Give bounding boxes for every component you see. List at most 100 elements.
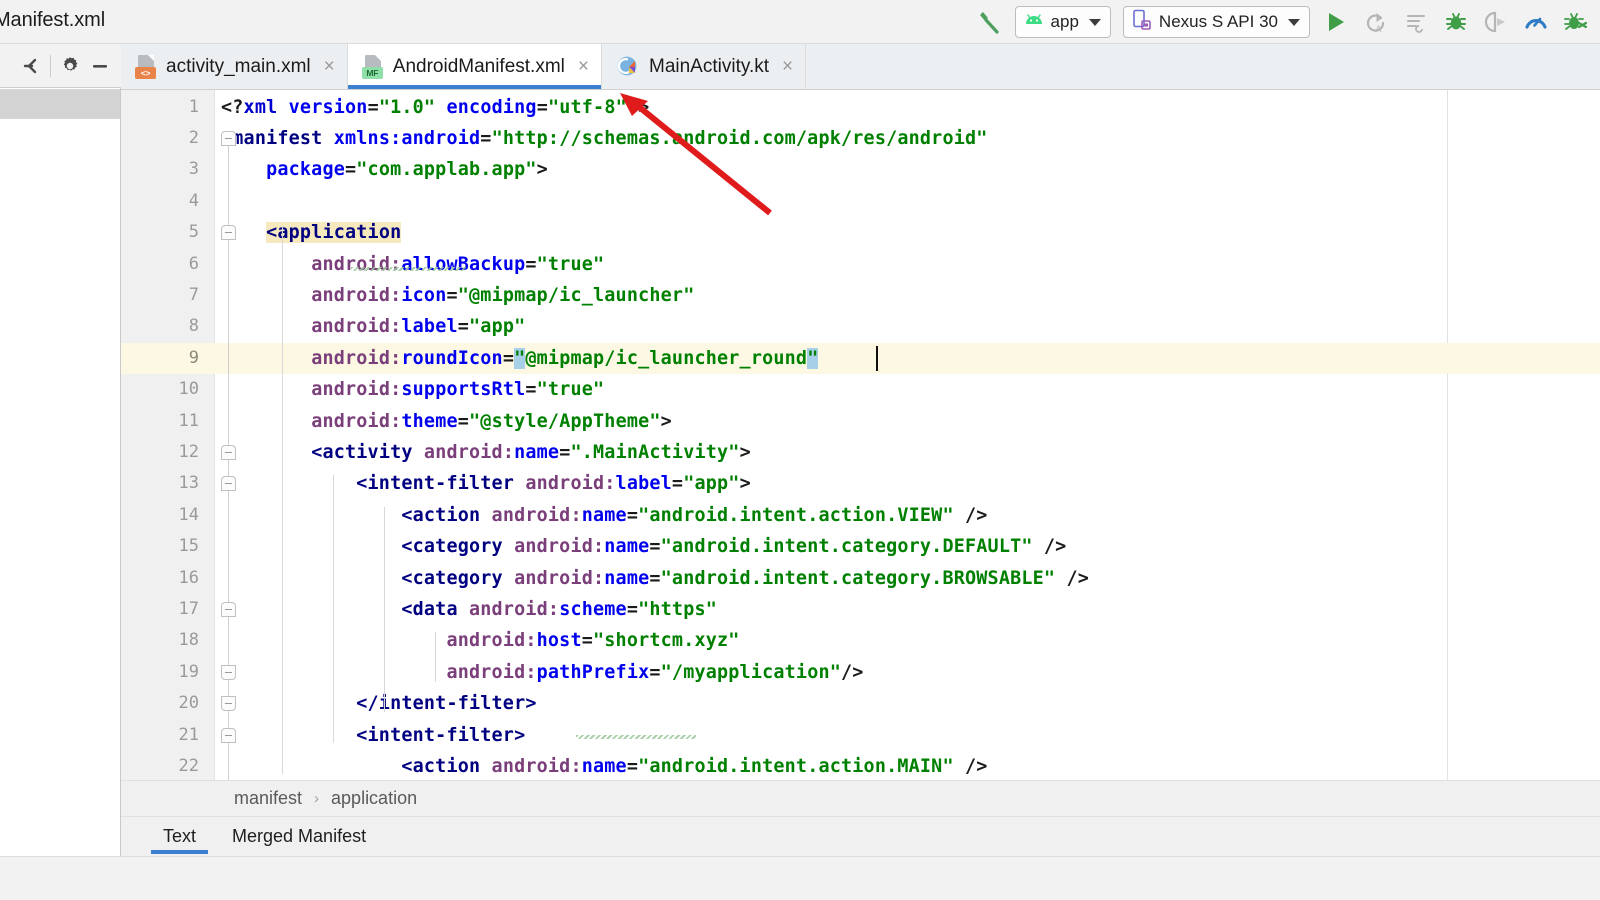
apply-code-changes-button[interactable] [1396, 2, 1436, 42]
code-line[interactable]: 11 android:theme="@style/AppTheme"> [121, 406, 1600, 437]
close-icon[interactable]: × [578, 57, 589, 76]
tab-main-activity-kt[interactable]: MainActivity.kt × [602, 44, 807, 89]
manifest-file-icon: MF [361, 54, 384, 79]
profiler-button[interactable] [1516, 2, 1556, 42]
fold-marker[interactable] [221, 130, 236, 146]
tab-activity-main-xml[interactable]: <> activity_main.xml × [121, 44, 348, 89]
line-number: 5 [188, 222, 199, 243]
line-number: 18 [178, 630, 199, 651]
indent-guide [384, 507, 385, 712]
line-number: 2 [188, 127, 199, 148]
code-line[interactable]: 3 package="com.applab.app"> [121, 154, 1600, 185]
breadcrumb-item-application[interactable]: application [331, 788, 417, 809]
code-line[interactable]: 6 android:allowBackup="true" [121, 249, 1600, 280]
tab-android-manifest-xml[interactable]: MF AndroidManifest.xml × [347, 44, 602, 89]
code-line[interactable]: 13 <intent-filter android:label="app"> [121, 468, 1600, 499]
line-number: 8 [188, 316, 199, 337]
device-selector-label: Nexus S API 30 [1158, 12, 1278, 31]
code-line-text: android:label="app" [311, 316, 526, 338]
code-line-text: android:roundIcon="@mipmap/ic_launcher_r… [311, 347, 819, 369]
code-line[interactable]: 8 android:label="app" [121, 311, 1600, 342]
code-line-text: <category android:name="android.intent.c… [401, 567, 1090, 589]
window-title: Manifest.xml [0, 9, 106, 31]
tab-label: activity_main.xml [166, 55, 311, 77]
code-line[interactable]: 16 <category android:name="android.inten… [121, 563, 1600, 594]
code-line[interactable]: 18 android:host="shortcm.xyz" [121, 625, 1600, 656]
fold-marker[interactable] [221, 601, 236, 617]
line-number: 13 [178, 473, 199, 494]
line-number: 4 [188, 190, 199, 211]
module-selector[interactable]: app [1014, 6, 1111, 38]
code-line-text: <activity android:name=".MainActivity"> [311, 441, 751, 463]
code-line-text: package="com.applab.app"> [266, 159, 548, 181]
debug-button[interactable] [1436, 2, 1476, 42]
code-line[interactable]: 7 android:icon="@mipmap/ic_launcher" [121, 280, 1600, 311]
tab-label: AndroidManifest.xml [392, 55, 565, 77]
code-line[interactable]: 20 </intent-filter> [121, 688, 1600, 719]
code-line[interactable]: 21 <intent-filter> [121, 720, 1600, 751]
hammer-icon[interactable] [969, 2, 1009, 42]
fold-marker[interactable] [221, 225, 236, 241]
apply-changes-button[interactable]: A [1356, 2, 1396, 42]
editor-mode-tabs: Text Merged Manifest [121, 816, 1600, 856]
code-line-text: <category android:name="android.intent.c… [401, 536, 1067, 558]
tab-text[interactable]: Text [145, 817, 214, 856]
xml-file-icon: <> [135, 54, 157, 79]
run-button[interactable] [1316, 2, 1356, 42]
tab-merged-manifest[interactable]: Merged Manifest [214, 817, 384, 856]
module-selector-label: app [1050, 12, 1079, 31]
gear-icon[interactable] [55, 51, 85, 81]
code-line-text: android:host="shortcm.xyz" [446, 630, 740, 652]
code-line[interactable]: 19 android:pathPrefix="/myapplication"/> [121, 657, 1600, 688]
code-line-text: android:icon="@mipmap/ic_launcher" [311, 284, 695, 306]
code-line-text: <manifest xmlns:android="http://schemas.… [221, 127, 988, 149]
main-toolbar: app Nexus S API 30 A [969, 0, 1596, 44]
breadcrumb: manifest › application [121, 780, 1600, 816]
code-line[interactable]: 14 <action android:name="android.intent.… [121, 500, 1600, 531]
code-line-text: android:supportsRtl="true" [311, 379, 605, 401]
debug-over-network-button[interactable] [1556, 2, 1596, 42]
fold-marker[interactable] [221, 727, 236, 743]
title-bar: Manifest.xml app Nexus S API 30 A [0, 0, 1600, 44]
breadcrumb-item-manifest[interactable]: manifest [234, 788, 302, 809]
project-panel-toolbar [0, 44, 121, 88]
fold-marker[interactable] [221, 664, 236, 680]
code-line[interactable]: 2 <manifest xmlns:android="http://schemas… [121, 123, 1600, 154]
close-icon[interactable]: × [324, 57, 335, 76]
mf-badge-label: MF [361, 66, 383, 79]
code-line[interactable]: 10 android:supportsRtl="true" [121, 374, 1600, 405]
chevron-down-icon [1288, 18, 1300, 26]
fold-marker[interactable] [221, 696, 236, 712]
tab-label: MainActivity.kt [649, 55, 770, 77]
collapse-all-icon[interactable] [18, 52, 46, 80]
project-tree-selected-row[interactable] [0, 89, 120, 119]
line-number: 7 [188, 284, 199, 305]
device-selector[interactable]: Nexus S API 30 [1122, 6, 1310, 38]
minimize-icon[interactable] [85, 51, 115, 81]
code-line-text: <intent-filter> [356, 724, 526, 746]
fold-marker[interactable] [221, 476, 236, 492]
code-line[interactable]: 5 <application [121, 217, 1600, 248]
code-line[interactable]: 4 [121, 186, 1600, 217]
chevron-down-icon [1088, 18, 1101, 26]
code-editor[interactable]: 1 <?xml version="1.0" encoding="utf-8"?> 2… [121, 90, 1600, 780]
chevron-right-icon: › [314, 790, 320, 807]
spellcheck-squiggle [576, 735, 696, 739]
line-number: 21 [178, 724, 199, 745]
tab-text-label: Text [163, 826, 197, 846]
attach-debugger-button[interactable] [1476, 2, 1516, 42]
code-line[interactable]: 9 android:roundIcon="@mipmap/ic_launcher… [121, 342, 1600, 375]
code-line[interactable]: 17 <data android:scheme="https" [121, 594, 1600, 625]
code-line[interactable]: 22 <action android:name="android.intent.… [121, 751, 1600, 780]
code-line-text: android:allowBackup="true" [311, 253, 605, 275]
code-line[interactable]: 1 <?xml version="1.0" encoding="utf-8"?> [121, 92, 1600, 123]
line-number: 15 [178, 536, 199, 557]
fold-marker[interactable] [221, 444, 236, 460]
code-line[interactable]: 15 <category android:name="android.inten… [121, 531, 1600, 562]
close-icon[interactable]: × [782, 57, 793, 76]
line-number: 14 [178, 504, 199, 525]
line-number: 3 [188, 159, 199, 180]
code-line[interactable]: 12 <activity android:name=".MainActivity… [121, 437, 1600, 468]
code-text-area[interactable]: 1 <?xml version="1.0" encoding="utf-8"?> 2… [121, 90, 1600, 780]
code-line-text: android:theme="@style/AppTheme"> [311, 410, 672, 432]
